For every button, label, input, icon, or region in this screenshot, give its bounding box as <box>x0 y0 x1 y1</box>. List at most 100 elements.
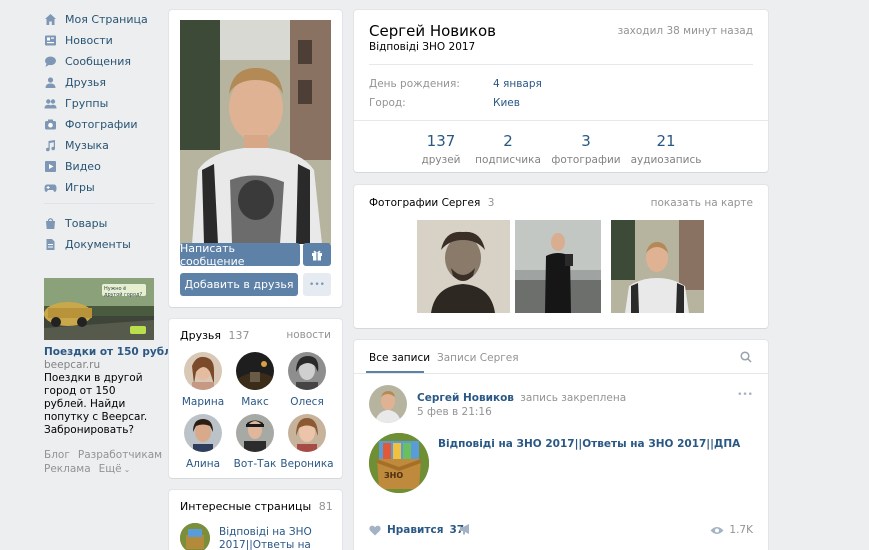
city-label: Город: <box>369 97 406 109</box>
wall-card: Все записи Записи Сергея Сергей Новиков … <box>354 340 768 550</box>
profile-photo[interactable] <box>180 20 331 244</box>
post-date[interactable]: 5 фев в 21:16 <box>417 406 492 418</box>
photos-header[interactable]: Фотографии Сергея 3 <box>369 197 494 209</box>
friend-item[interactable]: Вероника <box>280 414 334 470</box>
post-author-name[interactable]: Сергей Новиков <box>417 392 514 404</box>
birthday-value[interactable]: 4 января <box>493 78 542 90</box>
photo-thumb[interactable] <box>515 220 601 313</box>
photos-count: 3 <box>487 197 495 209</box>
photo-thumb-image <box>515 220 601 313</box>
friend-item[interactable]: Марина <box>176 352 230 408</box>
interesting-page-link[interactable]: Відповіді на ЗНО 2017||Ответы на ЗНО <box>219 526 329 550</box>
friend-item[interactable]: Макс <box>228 352 282 408</box>
friend-name: Олеся <box>290 396 324 408</box>
friends-header[interactable]: Друзья 137 <box>180 329 250 342</box>
photos-card: Фотографии Сергея 3 показать на карте <box>354 185 768 328</box>
friend-item[interactable]: Алина <box>176 414 230 470</box>
stat-followers[interactable]: 2 подписчика <box>468 132 548 166</box>
tab-all-posts[interactable]: Все записи <box>369 352 430 364</box>
write-message-button[interactable]: Написать сообщение <box>180 242 300 268</box>
friends-count: 137 <box>228 329 250 342</box>
share-button[interactable] <box>459 523 472 538</box>
nav-music[interactable]: Музыка <box>44 136 109 154</box>
nav-news[interactable]: Новости <box>44 31 113 49</box>
photo-thumb[interactable] <box>417 220 510 313</box>
interesting-page-avatar[interactable] <box>180 523 210 550</box>
footer-developers[interactable]: Разработчикам <box>78 449 162 461</box>
friends-news-link[interactable]: новости <box>286 329 331 341</box>
stat-label: аудиозапись <box>630 154 702 166</box>
nav-games[interactable]: Игры <box>44 178 95 196</box>
last-seen: заходил 38 минут назад <box>617 25 753 37</box>
profile-photo-image <box>180 20 331 244</box>
interesting-header[interactable]: Интересные страницы 81 <box>180 500 333 513</box>
avatar <box>184 352 222 390</box>
avatar <box>288 414 326 452</box>
footer-more[interactable]: Ещё <box>99 463 122 475</box>
zno-box-image <box>369 433 429 493</box>
ad-site[interactable]: beepcar.ru <box>44 359 100 371</box>
zno-label: ЗНО <box>384 471 404 480</box>
nav-documents[interactable]: Документы <box>44 235 131 253</box>
post-image[interactable]: ЗНО <box>369 433 429 493</box>
profile-photo-card: Написать сообщение Добавить в друзья ••• <box>169 10 342 307</box>
tab-own-posts[interactable]: Записи Сергея <box>437 352 519 364</box>
footer-blog[interactable]: Блог <box>44 449 70 461</box>
friend-item[interactable]: Олеся <box>280 352 334 408</box>
footer-ads[interactable]: Реклама <box>44 463 91 475</box>
stat-label: подписчика <box>475 154 541 166</box>
footer-links-row1: Блог Разработчикам <box>44 448 170 461</box>
stat-photos[interactable]: 3 фотографии <box>546 132 626 166</box>
ad-banner[interactable]: Нужно ё другой город? <box>44 278 154 340</box>
stat-audio[interactable]: 21 аудиозапись <box>626 132 706 166</box>
gift-button[interactable] <box>303 243 331 266</box>
ad-banner-text: Нужно ё другой город? <box>104 286 143 298</box>
news-icon <box>45 35 56 45</box>
show-on-map-link[interactable]: показать на карте <box>651 197 753 209</box>
megaphone-icon <box>460 524 469 535</box>
profile-name: Сергей Новиков <box>369 22 496 40</box>
photos-title: Фотографии Сергея <box>369 197 481 209</box>
search-button[interactable] <box>740 351 752 366</box>
camera-icon <box>45 119 56 129</box>
divider <box>354 373 768 374</box>
nav-groups[interactable]: Группы <box>44 94 108 112</box>
ad-text[interactable]: Поездки в другой город от 150 рублей. На… <box>44 372 156 437</box>
photo-thumb[interactable] <box>611 220 704 313</box>
post-link[interactable]: Відповіді на ЗНО 2017||Ответы на ЗНО 201… <box>438 438 740 450</box>
like-label: Нравится <box>387 524 444 536</box>
interesting-pages-card: Интересные страницы 81 Відповіді на ЗНО … <box>169 490 342 550</box>
friend-name: Вот-Так <box>233 458 277 470</box>
home-icon <box>45 13 56 25</box>
nav-video[interactable]: Видео <box>44 157 101 175</box>
nav-goods[interactable]: Товары <box>44 214 107 232</box>
stat-number: 21 <box>656 132 676 150</box>
friend-item[interactable]: Вот-Так <box>228 414 282 470</box>
avatar <box>369 385 407 423</box>
nav-photos[interactable]: Фотографии <box>44 115 138 133</box>
post-header: Сергей Новиков запись закреплена <box>417 392 626 404</box>
add-friend-button[interactable]: Добавить в друзья <box>180 273 298 296</box>
post-author-avatar[interactable] <box>369 385 407 423</box>
friend-name: Вероника <box>280 458 334 470</box>
footer-links-row2: Реклама Ещё ⌄ <box>44 462 130 475</box>
nav-friends[interactable]: Друзья <box>44 73 106 91</box>
post-menu-button[interactable]: ••• <box>737 390 753 400</box>
profile-status[interactable]: Відповіді ЗНО 2017 <box>369 41 475 53</box>
documents-icon <box>46 238 55 250</box>
interesting-count: 81 <box>318 500 333 513</box>
groups-icon <box>44 98 57 108</box>
search-icon <box>740 351 752 363</box>
more-actions-button[interactable]: ••• <box>303 273 331 296</box>
photo-thumb-image <box>417 220 510 313</box>
nav-messages[interactable]: Сообщения <box>44 52 131 70</box>
avatar <box>184 414 222 452</box>
city-value[interactable]: Киев <box>493 97 520 109</box>
birthday-label: День рождения: <box>369 78 460 90</box>
friends-icon <box>45 76 56 88</box>
chevron-down-icon[interactable]: ⌄ <box>124 465 131 474</box>
goods-icon <box>46 217 55 229</box>
avatar <box>236 414 274 452</box>
nav-my-page[interactable]: Моя Страница <box>44 10 148 28</box>
like-button[interactable]: Нравится 37 <box>369 524 464 536</box>
